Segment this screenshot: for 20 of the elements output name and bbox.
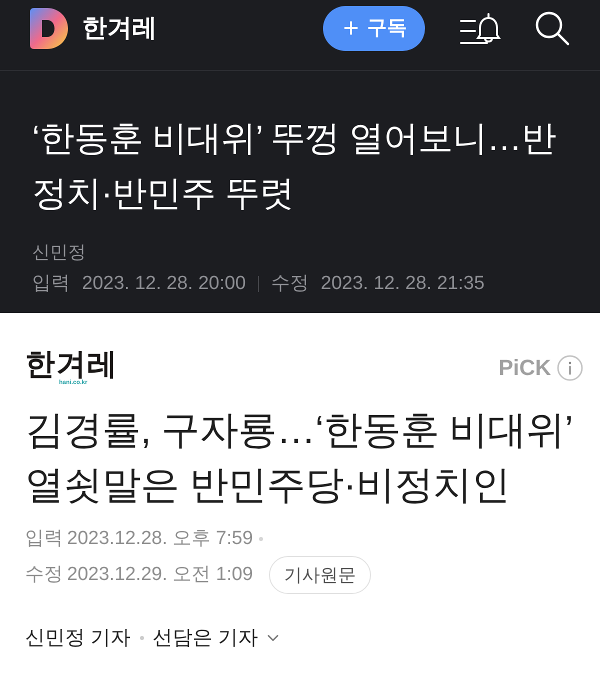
brand-name: 한겨레: [82, 16, 157, 40]
pick-label: PiCK: [498, 357, 551, 379]
reporter-name[interactable]: 선담은 기자: [152, 623, 258, 653]
original-article-button[interactable]: 기사원문: [268, 556, 371, 594]
date-label: 입력: [25, 526, 63, 551]
article-title: ‘한동훈 비대위’ 뚜껑 열어보니…반정치·반민주 뚜렷: [32, 118, 557, 215]
date-value: 2023.12.28. 오후 7:59: [67, 526, 253, 551]
reporter-name[interactable]: 신민정 기자: [25, 623, 131, 653]
date-value: 2023.12.29. 오전 1:09: [67, 562, 253, 587]
news-title: 김경률, 구자룡…‘한동훈 비대위’ 열쇳말은 반민주당·비정치인: [25, 408, 574, 509]
author-name: 신민정: [32, 241, 87, 264]
date-value: 2023. 12. 28. 20:00: [82, 272, 246, 296]
date-label: 수정: [25, 562, 63, 587]
bell-menu-icon[interactable]: [459, 12, 501, 44]
date-label: 수정: [270, 272, 309, 296]
date-value: 2023. 12. 28. 21:35: [320, 272, 485, 296]
search-icon[interactable]: [534, 10, 570, 46]
date-label: 입력: [32, 272, 70, 296]
d-logo-icon: [30, 8, 68, 48]
press-logo: 한겨레: [25, 350, 118, 378]
